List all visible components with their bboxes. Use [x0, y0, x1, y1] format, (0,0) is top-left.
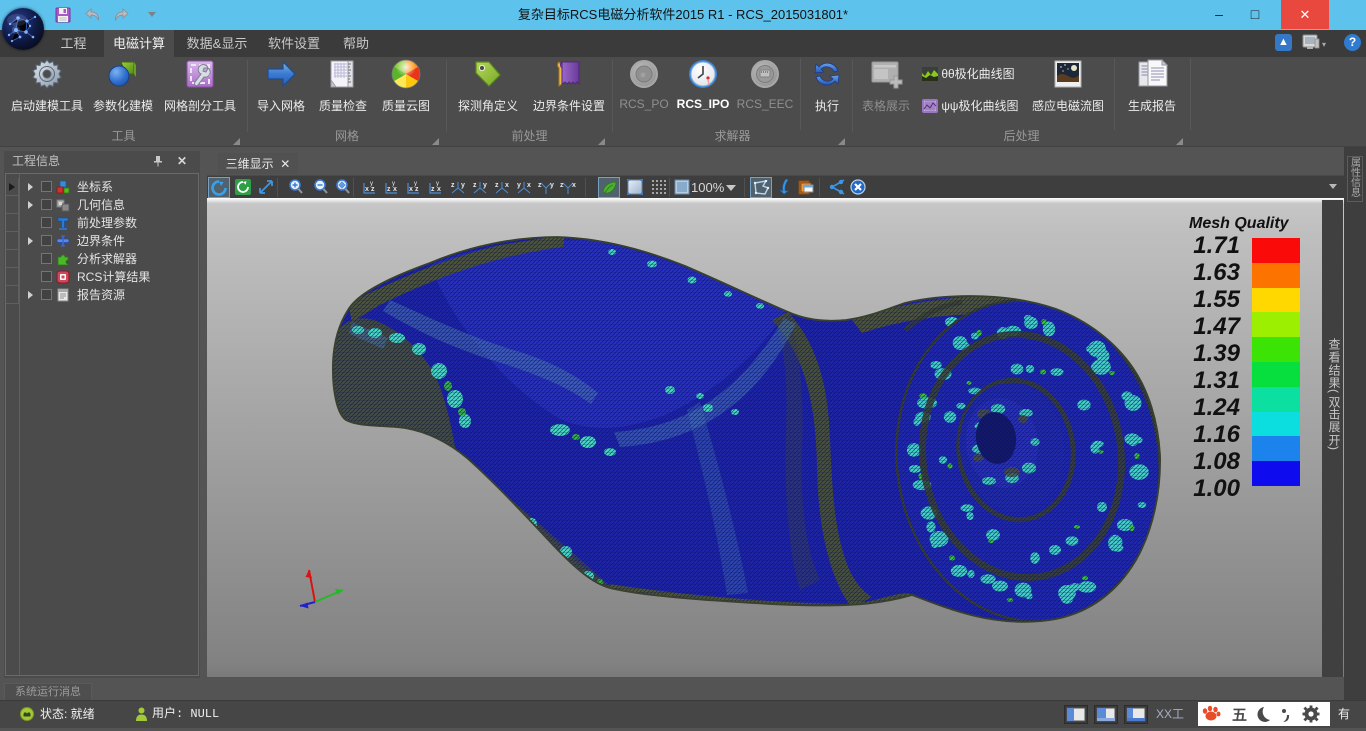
svg-text:z: z [415, 186, 419, 193]
svg-text:z: z [431, 186, 435, 193]
svg-text:x: x [437, 186, 441, 193]
svg-text:z: z [538, 182, 542, 189]
svg-text:y: y [414, 181, 417, 187]
svg-text:y: y [370, 181, 373, 187]
svg-text:x: x [365, 186, 369, 193]
svg-text:x: x [527, 182, 531, 189]
svg-text:y: y [483, 182, 487, 189]
svg-text:x: x [572, 182, 576, 189]
svg-text:z: z [473, 182, 477, 189]
svg-text:z: z [560, 182, 564, 189]
svg-text:五: 五 [1232, 707, 1247, 724]
svg-text:z: z [371, 186, 375, 193]
svg-text:z: z [451, 182, 455, 189]
svg-text:y: y [436, 181, 439, 187]
svg-text:y: y [550, 182, 554, 189]
svg-text:y: y [392, 181, 395, 187]
svg-text:z: z [495, 182, 499, 189]
svg-text:x: x [393, 186, 397, 193]
svg-text:x: x [505, 182, 509, 189]
svg-text:x: x [409, 186, 413, 193]
svg-text:z: z [387, 186, 391, 193]
svg-text:y: y [461, 182, 465, 189]
svg-text:y: y [517, 182, 521, 189]
